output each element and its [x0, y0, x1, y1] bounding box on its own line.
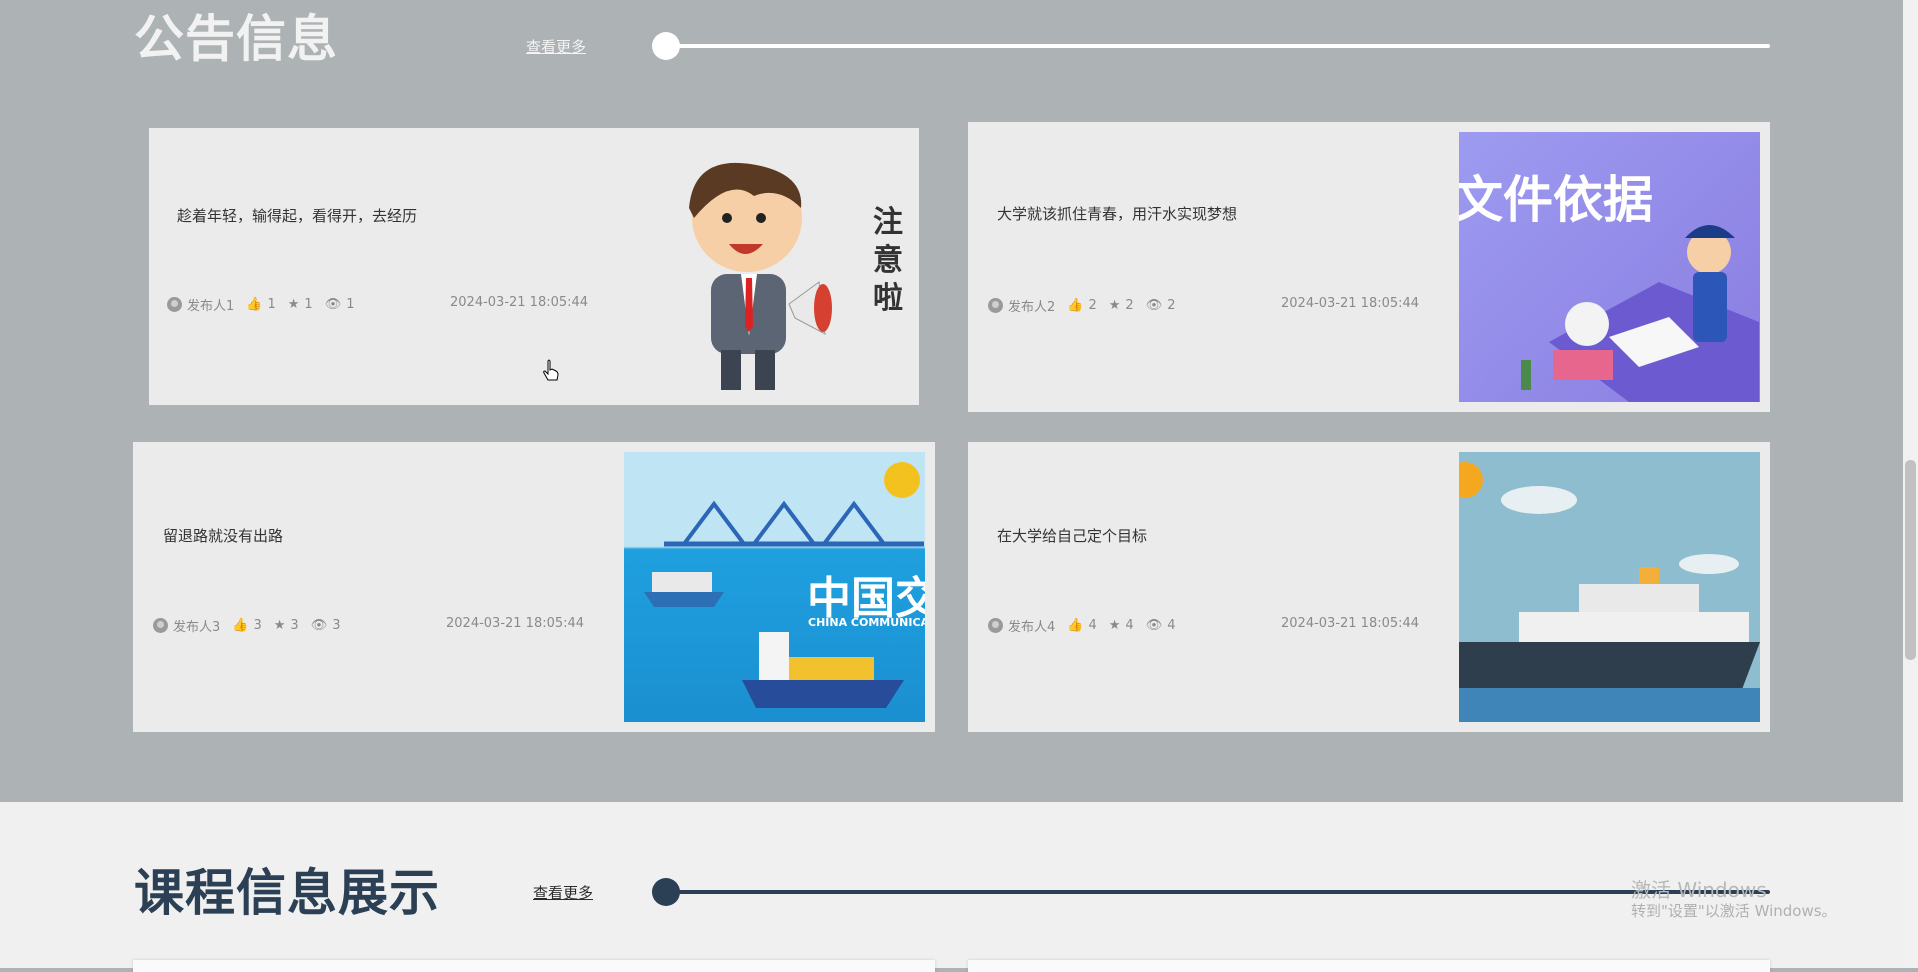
course-slider-track[interactable] — [666, 890, 1770, 894]
course-card[interactable] — [133, 960, 935, 972]
course-slider-handle[interactable] — [652, 878, 680, 906]
card-title[interactable]: 大学就该抓住青春，用汗水实现梦想 — [997, 203, 1237, 224]
thumbs-up-icon[interactable]: 👍 — [232, 618, 248, 633]
scrollbar-thumb[interactable] — [1905, 460, 1916, 660]
card-date: 2024-03-21 18:05:44 — [1281, 616, 1420, 631]
card-views: 1 — [346, 297, 355, 312]
card-likes: 2 — [1088, 298, 1097, 313]
notice-card[interactable]: 留退路就没有出路 发布人3 👍 3 ★ 3 👁 3 2024-03-21 18:… — [133, 442, 935, 732]
hand-cursor-icon — [543, 359, 559, 381]
notice-more-link[interactable]: 查看更多 — [526, 36, 586, 57]
card-stars: 2 — [1125, 298, 1134, 313]
avatar-icon — [153, 618, 168, 633]
ship-illustration — [1459, 462, 1760, 722]
avatar-icon — [167, 297, 182, 312]
card-meta: 发布人2 👍 2 ★ 2 👁 2 — [988, 296, 1187, 315]
police-illustration — [1521, 225, 1759, 402]
card-views: 2 — [1167, 298, 1176, 313]
notice-card[interactable]: 趁着年轻，输得起，看得开，去经历 发布人1 👍 1 ★ 1 👁 1 2024-0… — [149, 128, 919, 405]
course-title: 课程信息展示 — [134, 864, 440, 922]
illustration-text: 注意啦 — [873, 205, 903, 316]
avatar-icon — [988, 618, 1003, 633]
star-icon[interactable]: ★ — [1109, 618, 1121, 633]
eye-icon: 👁 — [324, 297, 342, 312]
card-image-harbor[interactable]: 中国交 CHINA COMMUNICATIONS — [624, 452, 925, 722]
card-image-announcement[interactable]: 注意啦 — [649, 156, 919, 396]
thumbs-up-icon[interactable]: 👍 — [1067, 298, 1083, 313]
notice-card[interactable]: 大学就该抓住青春，用汗水实现梦想 发布人2 👍 2 ★ 2 👁 2 2024-0… — [968, 122, 1770, 412]
card-meta: 发布人4 👍 4 ★ 4 👁 4 — [988, 616, 1187, 635]
star-icon[interactable]: ★ — [274, 618, 286, 633]
notice-slider-track[interactable] — [666, 44, 1770, 48]
card-date: 2024-03-21 18:05:44 — [450, 295, 589, 310]
windows-activation-hint: 转到"设置"以激活 Windows。 — [1631, 902, 1837, 920]
avatar-icon — [988, 298, 1003, 313]
card-likes: 4 — [1088, 618, 1097, 633]
card-date: 2024-03-21 18:05:44 — [1281, 296, 1420, 311]
thumbs-up-icon[interactable]: 👍 — [1067, 618, 1083, 633]
card-title[interactable]: 留退路就没有出路 — [163, 525, 283, 546]
course-card[interactable] — [968, 960, 1770, 972]
card-stars: 1 — [304, 297, 313, 312]
card-stars: 3 — [290, 618, 299, 633]
eye-icon: 👁 — [310, 618, 328, 633]
card-date: 2024-03-21 18:05:44 — [446, 616, 585, 631]
notice-slider-handle[interactable] — [652, 32, 680, 60]
notice-card[interactable]: 在大学给自己定个目标 发布人4 👍 4 ★ 4 👁 4 2024-03-21 1… — [968, 442, 1770, 732]
card-stars: 4 — [1125, 618, 1134, 633]
card-title[interactable]: 趁着年轻，输得起，看得开，去经历 — [177, 205, 417, 226]
card-meta: 发布人3 👍 3 ★ 3 👁 3 — [153, 616, 352, 635]
card-views: 4 — [1167, 618, 1176, 633]
eye-icon: 👁 — [1145, 618, 1163, 633]
card-image-document[interactable]: 文件依据 — [1459, 132, 1760, 402]
card-author: 发布人2 — [1008, 300, 1056, 315]
eye-icon: 👁 — [1145, 298, 1163, 313]
card-author: 发布人1 — [187, 299, 235, 314]
notice-title: 公告信息 — [134, 10, 338, 68]
thumbs-up-icon[interactable]: 👍 — [246, 297, 262, 312]
image-subtext: CHINA COMMUNICATIONS — [808, 616, 925, 629]
star-icon[interactable]: ★ — [1109, 298, 1121, 313]
card-image-ship[interactable] — [1459, 452, 1760, 722]
course-more-link[interactable]: 查看更多 — [533, 882, 593, 903]
card-meta: 发布人1 👍 1 ★ 1 👁 1 — [167, 295, 366, 314]
card-author: 发布人3 — [173, 620, 221, 635]
page-scrollbar[interactable] — [1903, 0, 1918, 968]
card-likes: 1 — [267, 297, 276, 312]
card-likes: 3 — [253, 618, 262, 633]
card-author: 发布人4 — [1008, 620, 1056, 635]
card-title[interactable]: 在大学给自己定个目标 — [997, 525, 1147, 546]
windows-activation-watermark: 激活 Windows — [1631, 878, 1767, 902]
card-views: 3 — [332, 618, 341, 633]
star-icon[interactable]: ★ — [288, 297, 300, 312]
